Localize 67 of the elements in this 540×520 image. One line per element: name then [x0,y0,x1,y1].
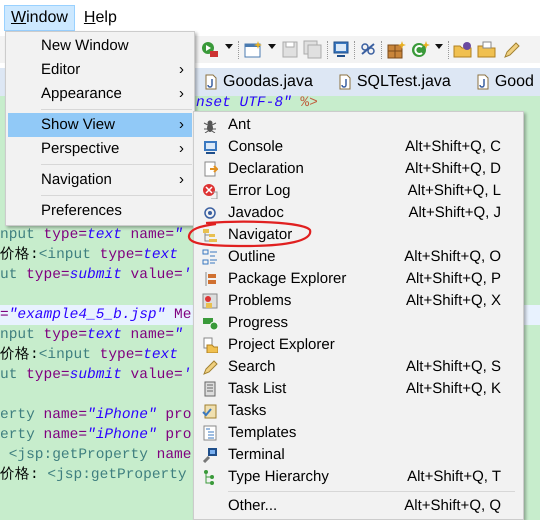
menu-item[interactable]: Help [76,5,124,31]
submenu-arrow-icon: › [179,113,184,137]
submenu-arrow-icon: › [179,137,184,161]
code-line: nput type=text name=" [0,226,183,245]
editor-tab[interactable]: Good [476,70,534,94]
code-line: erty name="iPhone" pro [0,406,192,425]
submenu-arrow-icon: › [179,82,184,106]
menu-item[interactable]: Perspective › [8,137,192,161]
menu-item[interactable]: Show View › [8,113,192,137]
menu-item[interactable]: Project Explorer [194,334,523,356]
shortcut-label: Alt+Shift+Q, T [407,467,501,487]
editor-tab[interactable]: Goodas.java [205,70,313,94]
menu-item[interactable]: Other... Alt+Shift+Q, Q [194,495,523,517]
code-line: 价格: <jsp:getProperty [0,465,187,485]
menu-item[interactable]: Search Alt+Shift+Q, S [194,356,523,378]
code-line: ="example4_5_b.jsp" Me [0,306,192,325]
tab-label: Goodas.java [223,72,313,92]
menu-item-label: Editor [41,60,80,80]
shortcut-label: Alt+Shift+Q, K [406,379,501,399]
code-line: 价格:<input type=text [0,345,178,365]
shortcut-label: Alt+Shift+Q, C [405,137,501,157]
tab-label: Good [494,72,534,92]
code-line: nset UTF-8" %> [196,96,318,110]
shortcut-label: Alt+Shift+Q, X [406,291,501,311]
submenu-arrow-icon: › [179,58,184,82]
code-line: nput type=text name=" [0,326,183,345]
editor-tab[interactable]: SQLTest.java [338,70,451,94]
tab-label: SQLTest.java [356,72,451,92]
menu-item[interactable]: Outline Alt+Shift+Q, O [194,246,523,268]
menu-item[interactable]: Problems Alt+Shift+Q, X [194,290,523,312]
menu-item[interactable]: Task List Alt+Shift+Q, K [194,378,523,400]
menu-item[interactable]: Javadoc Alt+Shift+Q, J [194,202,523,224]
menu-item[interactable]: Appearance › [8,82,192,106]
shortcut-label: Alt+Shift+Q, L [408,181,501,201]
code-line: ut type=submit value=' [0,266,192,285]
shortcut-label: Alt+Shift+Q, D [405,159,501,179]
menu-item[interactable]: Console Alt+Shift+Q, C [194,136,523,158]
menu-item[interactable]: Editor › [8,58,192,82]
menu-item[interactable]: Package Explorer Alt+Shift+Q, P [194,268,523,290]
menu-item[interactable]: Ant [194,114,523,136]
menu-item[interactable]: Navigation › [8,168,192,192]
menu-item-label: New Window [41,36,129,56]
shortcut-label: Alt+Shift+Q, O [404,247,501,267]
menu-item-label: Navigation [41,170,112,190]
menu-item[interactable]: Tasks [194,400,523,422]
menu-item[interactable]: Error Log Alt+Shift+Q, L [194,180,523,202]
code-line: ut type=submit value=' [0,366,192,385]
submenu-arrow-icon: › [179,168,184,192]
code-line: <jsp:getProperty name [8,446,192,465]
menu-item[interactable]: Declaration Alt+Shift+Q, D [194,158,523,180]
menu-item-label: Appearance [41,84,122,104]
menu-item[interactable]: Preferences [8,199,192,223]
shortcut-label: Alt+Shift+Q, J [408,203,501,223]
code-line: 价格:<input type=text [0,245,178,265]
menu-item[interactable]: Navigator [194,224,523,246]
menu-item-label: Preferences [41,201,122,221]
code-line: erty name="iPhone" pro [0,426,192,445]
menu-item[interactable]: Progress [194,312,523,334]
shortcut-label: Alt+Shift+Q, P [406,269,501,289]
shortcut-label: Alt+Shift+Q, S [406,357,501,377]
menu-item[interactable]: Type Hierarchy Alt+Shift+Q, T [194,466,523,488]
menu-item[interactable]: Templates [194,422,523,444]
menu-item-label: Show View [41,115,115,135]
menu-item-label: Perspective [41,139,120,159]
menu-item[interactable]: Window [4,5,75,31]
menu-item[interactable]: Terminal [194,444,523,466]
shortcut-label: Alt+Shift+Q, Q [404,496,501,516]
